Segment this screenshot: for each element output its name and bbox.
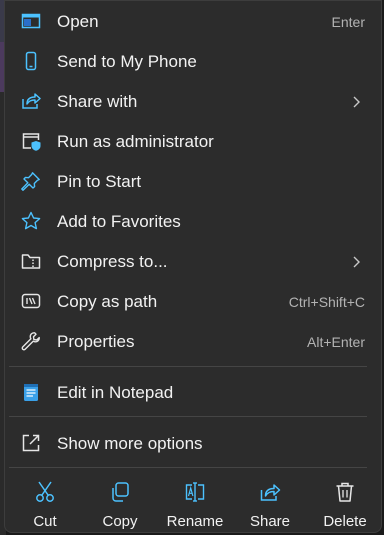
zip-folder-icon [21,251,41,271]
action-label: Rename [166,513,224,530]
menu-item-label: Pin to Start [57,172,142,191]
menu-item-label: Compress to... [57,252,168,271]
chevron-right-icon [351,95,361,108]
cut-button[interactable]: Cut [10,477,80,533]
copy-path-icon [21,291,41,311]
menu-separator [9,416,367,417]
delete-button[interactable]: Delete [310,477,380,533]
shield-window-icon [21,131,41,151]
menu-item-share-with[interactable]: Share with [5,83,381,119]
chevron-right-icon [351,255,361,268]
menu-item-show-more-options[interactable]: Show more options [5,425,381,461]
menu-item-edit-in-notepad[interactable]: Edit in Notepad [5,374,381,410]
share-button[interactable]: Share [235,477,305,533]
menu-item-compress-to[interactable]: Compress to... [5,243,381,279]
menu-item-open[interactable]: Open Enter [5,3,381,39]
menu-separator [9,366,367,367]
menu-item-send-to-phone[interactable]: Send to My Phone [5,43,381,79]
menu-item-copy-as-path[interactable]: Copy as path Ctrl+Shift+C [5,283,381,319]
rename-button[interactable]: Rename [160,477,230,533]
menu-item-pin-to-start[interactable]: Pin to Start [5,163,381,199]
menu-item-properties[interactable]: Properties Alt+Enter [5,323,381,359]
shortcut-text: Ctrl+Shift+C [288,294,365,310]
action-label: Cut [33,513,57,530]
context-menu: Open Enter Send to My Phone Share with R… [4,0,382,533]
menu-separator [9,467,367,468]
menu-item-label: Copy as path [57,292,158,311]
menu-item-label: Show more options [57,434,203,453]
menu-item-label: Open [57,12,99,31]
menu-item-add-to-favorites[interactable]: Add to Favorites [5,203,381,239]
menu-item-label: Share with [57,92,138,111]
window-icon [21,11,41,31]
pin-icon [21,171,41,191]
action-label: Share [249,513,291,530]
menu-item-label: Edit in Notepad [57,383,174,402]
menu-item-label: Send to My Phone [57,52,197,71]
menu-item-label: Run as administrator [57,132,214,151]
notepad-icon [21,382,41,402]
rename-icon [184,481,206,503]
copy-icon [109,481,131,503]
action-label: Delete [323,513,367,530]
share-icon [259,481,281,503]
action-label: Copy [102,513,138,530]
trash-icon [334,481,356,503]
share-icon [21,91,41,111]
open-external-icon [21,433,41,453]
copy-button[interactable]: Copy [85,477,155,533]
shortcut-text: Enter [331,14,365,30]
wrench-icon [21,331,41,351]
star-icon [21,211,41,231]
scissors-icon [34,481,56,503]
menu-item-label: Add to Favorites [57,212,181,231]
phone-icon [21,51,41,71]
menu-item-run-as-admin[interactable]: Run as administrator [5,123,381,159]
menu-item-label: Properties [57,332,135,351]
shortcut-text: Alt+Enter [307,334,365,350]
